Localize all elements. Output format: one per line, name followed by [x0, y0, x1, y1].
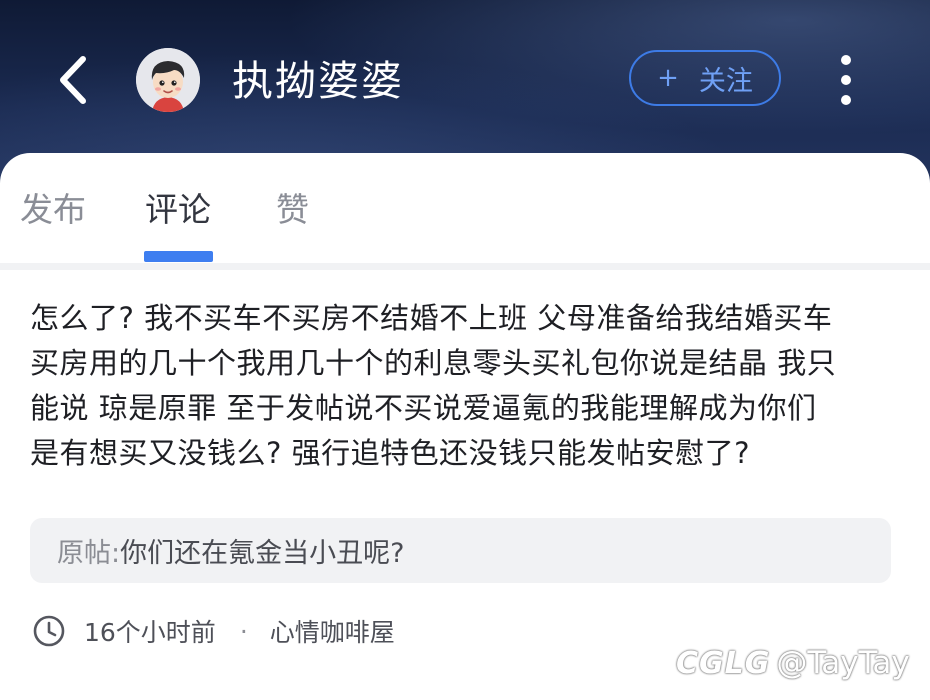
clock-icon [33, 615, 65, 647]
comment-timestamp: 16个小时前 [84, 618, 216, 647]
comment-line: 买房用的几十个我用几十个的利息零头买礼包你说是结晶 我只 [30, 346, 837, 380]
tab-publish[interactable]: 发布 [20, 186, 86, 234]
more-vertical-icon-dot [841, 95, 851, 105]
original-post-text: 你们还在氪金当小丑呢? [120, 538, 405, 569]
comment-line: 能说 琼是原罪 至于发帖说不买说爱逼氪的我能理解成为你们 [30, 391, 817, 425]
tab-likes[interactable]: 赞 [276, 186, 309, 234]
more-vertical-icon-dot [841, 75, 851, 85]
chevron-left-icon [60, 56, 86, 104]
comment-line: 怎么了? 我不买车不买房不结婚不上班 父母准备给我结婚买车 [30, 301, 833, 335]
watermark-logo: CGLG [676, 645, 771, 681]
original-post-quote[interactable]: 原帖: 你们还在氪金当小丑呢? [30, 518, 891, 583]
section-divider [0, 263, 930, 270]
avatar[interactable] [136, 48, 200, 112]
comment-line: 是有想买又没钱么? 强行追特色还没钱只能发帖安慰了? [30, 436, 751, 470]
meta-separator: · [239, 616, 248, 646]
plus-icon: + [657, 63, 679, 93]
profile-user-name: 执拗婆婆 [232, 57, 404, 105]
cartoon-boy-avatar [136, 48, 200, 112]
forum-category-link[interactable]: 心情咖啡屋 [270, 613, 395, 649]
original-post-label: 原帖: [57, 538, 121, 569]
tab-comments[interactable]: 评论 [145, 186, 211, 234]
back-button[interactable] [46, 52, 98, 108]
more-vertical-icon [841, 55, 851, 65]
watermark: CGLG @TayTay [676, 640, 910, 686]
comment-meta: 16个小时前 · 心情咖啡屋 [32, 610, 395, 652]
follow-button[interactable]: + 关注 [629, 50, 781, 106]
active-tab-indicator [144, 251, 213, 262]
comment-text[interactable]: 怎么了? 我不买车不买房不结婚不上班 父母准备给我结婚买车 买房用的几十个我用几… [30, 296, 900, 476]
watermark-handle: @TayTay [776, 645, 910, 681]
more-options-button[interactable] [826, 52, 866, 108]
follow-button-label: 关注 [698, 65, 753, 97]
profile-comments-screen: 执拗婆婆 + 关注 发布 评论 赞 怎么了? 我不买车不买房不结婚不上班 父母准… [0, 0, 930, 700]
